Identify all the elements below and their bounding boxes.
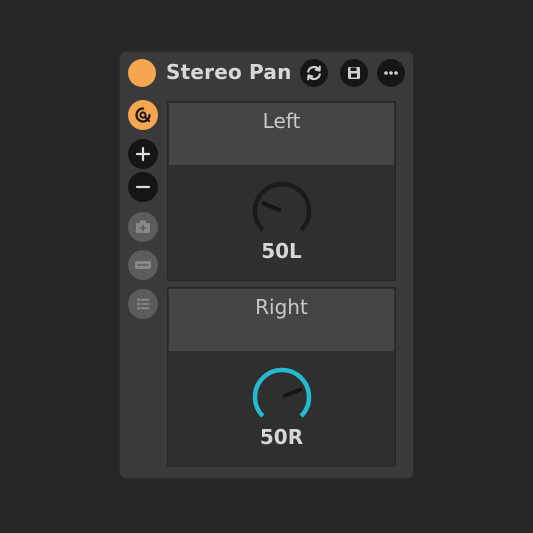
right-pan-value: 50R [259, 425, 304, 449]
camera-icon [136, 220, 150, 233]
knob-needle [282, 387, 303, 398]
variations-button[interactable] [128, 289, 158, 319]
plus-icon [135, 146, 151, 162]
save-icon [348, 67, 360, 79]
mapping-icon [135, 107, 151, 123]
left-pan-knob[interactable] [251, 180, 313, 242]
more-options-button[interactable] [377, 59, 405, 87]
knob-needle [261, 201, 282, 212]
randomize-button[interactable] [128, 250, 158, 280]
device-title: Stereo Pan [166, 60, 292, 84]
mapping-button[interactable] [128, 100, 158, 130]
knob-ring [252, 367, 312, 418]
save-preset-button[interactable] [340, 59, 368, 87]
left-pan-value: 50L [261, 239, 302, 263]
left-macro-label: Left [262, 109, 301, 133]
stereo-pan-device: Stereo Pan Left 50L Right 50R [120, 52, 413, 478]
right-macro-panel: Right 50R [167, 287, 396, 467]
device-title-bar: Stereo Pan [120, 52, 413, 92]
snapshot-button[interactable] [128, 212, 158, 242]
list-icon [137, 298, 150, 310]
left-macro-panel: Left 50L [167, 101, 396, 281]
remove-macro-button[interactable] [128, 172, 158, 202]
hot-swap-button[interactable] [300, 59, 328, 87]
dice-icon [135, 261, 151, 269]
refresh-icon [307, 65, 321, 81]
right-pan-knob[interactable] [251, 366, 313, 428]
minus-icon [135, 185, 151, 189]
right-macro-header: Right [169, 289, 394, 351]
knob-ring [252, 181, 312, 232]
right-macro-label: Right [255, 295, 308, 319]
add-macro-button[interactable] [128, 139, 158, 169]
device-power-button[interactable] [128, 59, 156, 87]
more-icon [384, 71, 398, 75]
left-macro-header: Left [169, 103, 394, 165]
